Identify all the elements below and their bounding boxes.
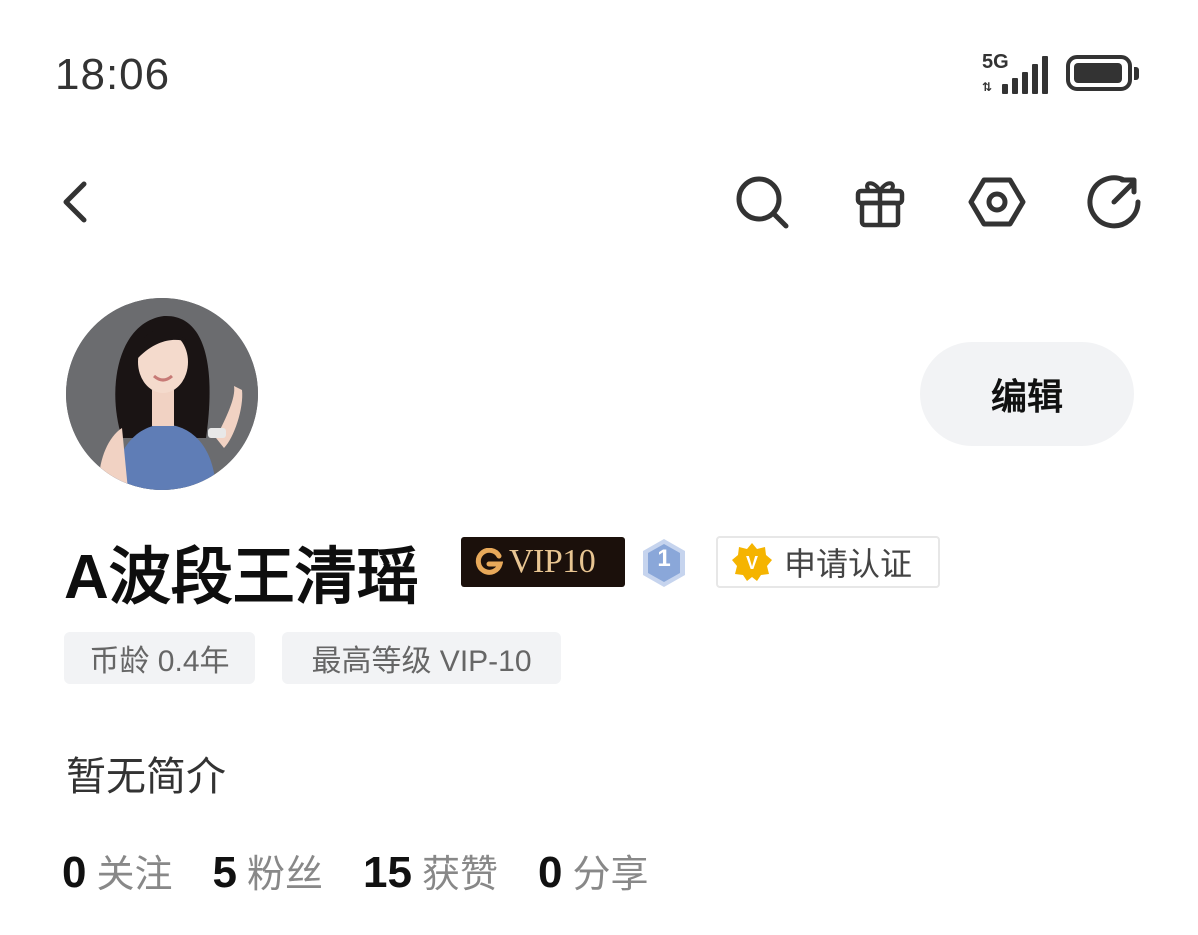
username: A波段王清瑶: [64, 543, 419, 612]
stat-label: 获赞: [421, 854, 498, 896]
apply-verification-button[interactable]: V 申请认证: [716, 536, 940, 588]
vip-badge[interactable]: VIP10: [461, 537, 625, 587]
level-badge[interactable]: 1: [640, 537, 688, 589]
search-button[interactable]: [730, 170, 794, 234]
status-time: 18:06: [55, 50, 171, 99]
vip-logo-icon: [475, 548, 503, 575]
gift-icon: [855, 181, 905, 228]
level-badge-number: 1: [657, 545, 671, 572]
search-icon: [736, 176, 789, 229]
chevron-left-icon: [63, 181, 87, 223]
verify-label: 申请认证: [784, 546, 913, 582]
stat-following[interactable]: 0 关注: [62, 843, 173, 898]
bio-text[interactable]: 暂无简介: [66, 744, 226, 802]
avatar-image: [66, 298, 258, 490]
stat-followers[interactable]: 5 粉丝: [213, 843, 324, 898]
avatar[interactable]: [66, 298, 258, 490]
signal-icon: [1002, 56, 1050, 94]
coin-age-tag: 币龄 0.4年: [64, 632, 255, 684]
svg-text:V: V: [746, 553, 758, 573]
stats-row: 0 关注 5 粉丝 15 获赞 0 分享: [62, 843, 688, 898]
stat-value: 0: [537, 848, 563, 897]
stat-value: 15: [363, 848, 412, 897]
stat-value: 5: [212, 848, 237, 897]
gift-button[interactable]: [848, 170, 912, 234]
back-button[interactable]: [44, 170, 108, 234]
settings-hexagon-icon: [968, 177, 1026, 227]
stat-likes[interactable]: 15 获赞: [363, 843, 498, 898]
settings-button[interactable]: [965, 170, 1029, 234]
vip-badge-label: VIP10: [509, 543, 596, 580]
refresh-button[interactable]: [1082, 170, 1146, 234]
refresh-icon: [1087, 175, 1141, 229]
edit-profile-button[interactable]: 编辑: [920, 342, 1134, 446]
stat-label: 分享: [572, 854, 649, 896]
highest-level-tag: 最高等级 VIP-10: [282, 632, 561, 684]
data-arrows-icon: ⇅: [982, 80, 993, 94]
verified-badge-icon: V: [732, 543, 772, 581]
stat-label: 关注: [96, 854, 173, 896]
battery-icon: [1066, 55, 1139, 93]
stat-shares[interactable]: 0 分享: [538, 843, 649, 898]
stat-label: 粉丝: [246, 854, 323, 896]
stat-value: 0: [62, 848, 87, 897]
network-indicator: 5G ⇅: [982, 52, 1052, 98]
